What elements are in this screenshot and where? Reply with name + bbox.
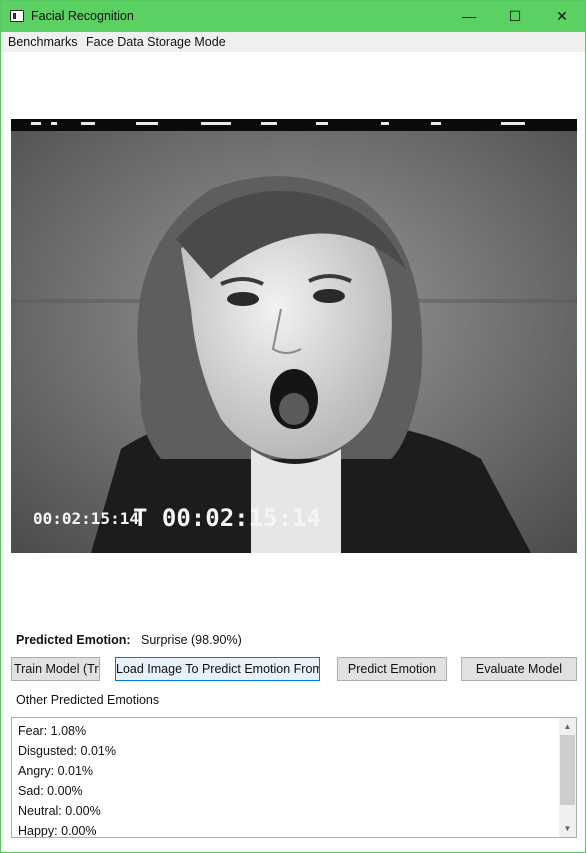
list-item[interactable]: Sad: 0.00% xyxy=(18,784,83,798)
scroll-thumb[interactable] xyxy=(560,735,575,805)
list-item[interactable]: Disgusted: 0.01% xyxy=(18,744,116,758)
app-window-icon xyxy=(10,10,24,22)
list-item[interactable]: Neutral: 0.00% xyxy=(18,804,101,818)
maximize-icon[interactable]: ☐ xyxy=(492,1,538,32)
menu-bar: Benchmarks Face Data Storage Mode xyxy=(1,32,585,52)
window-title: Facial Recognition xyxy=(31,9,134,23)
list-item[interactable]: Angry: 0.01% xyxy=(18,764,93,778)
menu-face-data-storage-mode[interactable]: Face Data Storage Mode xyxy=(86,35,226,49)
timecode-small: 00:02:15:14 xyxy=(33,509,139,528)
train-model-button[interactable]: Train Model (Tra xyxy=(11,657,100,681)
title-bar[interactable]: Facial Recognition — ☐ ✕ xyxy=(1,1,585,32)
other-emotions-label: Other Predicted Emotions xyxy=(16,693,160,707)
predicted-emotion-value: Surprise (98.90%) xyxy=(141,633,242,647)
timecode-large: T 00:02:15:14 xyxy=(133,504,321,532)
list-item[interactable]: Happy: 0.00% xyxy=(18,824,97,837)
app-window: Facial Recognition — ☐ ✕ Benchmarks Face… xyxy=(0,0,586,853)
scroll-down-icon[interactable]: ▼ xyxy=(559,820,576,837)
face-image: 00:02:15:14 T 00:02:15:14 xyxy=(11,119,577,553)
evaluate-model-button[interactable]: Evaluate Model xyxy=(461,657,577,681)
list-item[interactable]: Fear: 1.08% xyxy=(18,724,86,738)
minimize-icon[interactable]: — xyxy=(446,1,492,32)
predict-emotion-button[interactable]: Predict Emotion xyxy=(337,657,447,681)
menu-benchmarks[interactable]: Benchmarks xyxy=(8,35,77,49)
photo-icon: 00:02:15:14 T 00:02:15:14 xyxy=(11,119,577,553)
load-image-button[interactable]: Load Image To Predict Emotion From xyxy=(115,657,320,681)
vertical-scrollbar[interactable]: ▲ ▼ xyxy=(559,718,576,837)
other-emotions-list[interactable]: Fear: 1.08% Disgusted: 0.01% Angry: 0.01… xyxy=(11,717,577,838)
close-icon[interactable]: ✕ xyxy=(539,1,585,32)
predicted-emotion-label: Predicted Emotion: xyxy=(16,633,131,647)
scroll-up-icon[interactable]: ▲ xyxy=(559,718,576,735)
